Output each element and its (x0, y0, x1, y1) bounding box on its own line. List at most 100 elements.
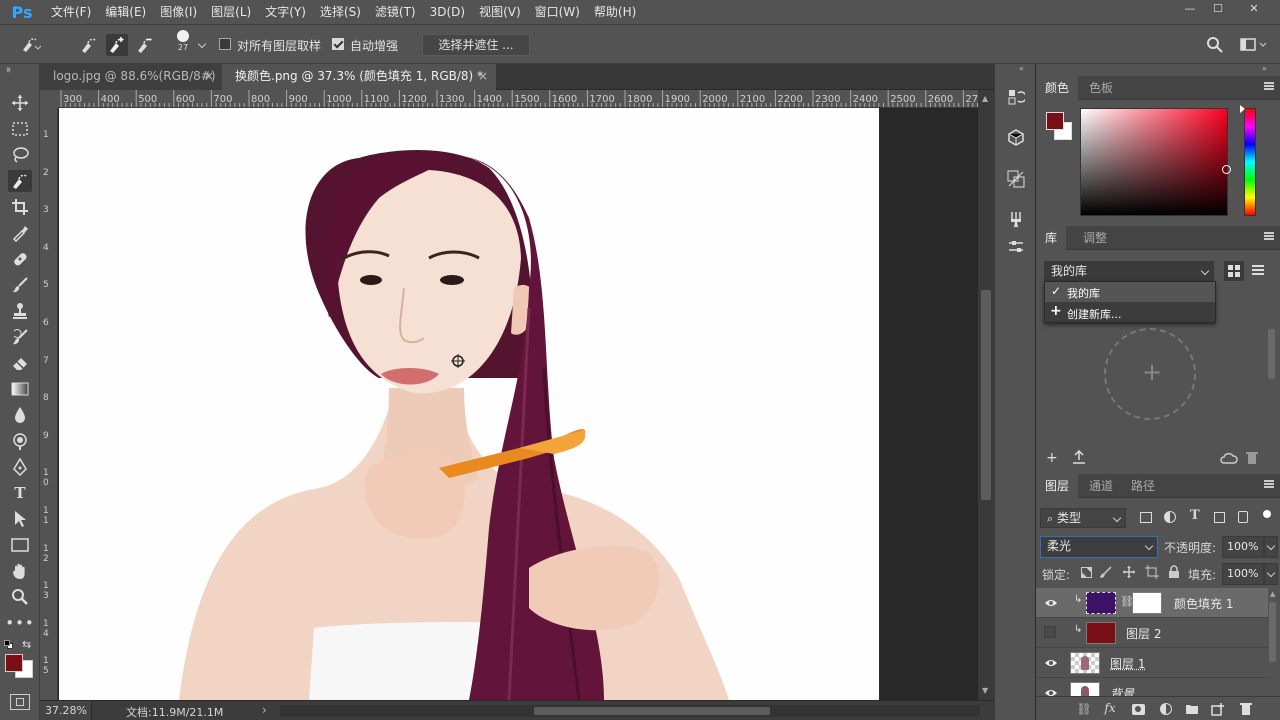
adjustment-layer-icon[interactable] (1158, 702, 1174, 716)
color-picker-handle[interactable] (1222, 165, 1231, 174)
close-tab-icon[interactable]: × (204, 64, 214, 88)
close-tab-icon[interactable]: × (478, 64, 488, 88)
minimize-icon[interactable]: — (1176, 0, 1204, 16)
layer-mask-thumbnail[interactable] (1132, 592, 1162, 614)
scrollbar-thumb[interactable] (981, 290, 991, 500)
tab-swatches[interactable]: 色板 (1080, 76, 1122, 100)
filter-shape-icon[interactable] (1214, 512, 1225, 523)
close-icon[interactable]: ✕ (1240, 0, 1268, 16)
subtract-from-selection-brush-icon[interactable] (134, 34, 156, 56)
eyedropper-tool-icon[interactable] (8, 222, 32, 244)
canvas-area[interactable] (58, 108, 978, 700)
tab-active-document[interactable]: 换颜色.png @ 37.3% (颜色填充 1, RGB/8) * × (222, 64, 496, 90)
menu-item[interactable]: 文字(Y) (258, 0, 313, 24)
tab-logo[interactable]: logo.jpg @ 88.6%(RGB/8#) × (40, 64, 222, 90)
scroll-up-icon[interactable]: ▲ (982, 94, 988, 103)
auto-enhance-checkbox[interactable] (332, 38, 344, 50)
layer-row[interactable]: ↳ 图层 2 (1036, 618, 1268, 648)
scroll-up-icon[interactable]: ▲ (1270, 590, 1275, 598)
history-panel-icon[interactable] (1005, 86, 1027, 108)
marquee-tool-icon[interactable] (8, 118, 32, 140)
lock-pixels-icon[interactable] (1098, 564, 1114, 580)
actions-panel-icon[interactable] (1005, 168, 1027, 190)
document-canvas[interactable] (59, 108, 879, 700)
rectangle-tool-icon[interactable] (8, 534, 32, 556)
foreground-color-swatch[interactable] (5, 654, 23, 672)
tab-channels[interactable]: 通道 (1080, 474, 1122, 498)
hand-tool-icon[interactable] (8, 560, 32, 582)
library-select[interactable]: 我的库 (1044, 261, 1214, 281)
crop-tool-icon[interactable] (8, 196, 32, 218)
layer-row[interactable]: 背景 (1036, 678, 1268, 698)
quick-mask-icon[interactable] (10, 694, 30, 710)
cloud-sync-icon[interactable] (1220, 451, 1238, 468)
default-colors-icon[interactable] (4, 640, 14, 650)
collapse-icon[interactable]: » (6, 64, 11, 73)
filter-pixel-icon[interactable] (1140, 512, 1152, 523)
brush-size-picker[interactable]: 27 (172, 30, 194, 52)
filter-toggle-icon[interactable] (1263, 510, 1271, 518)
menu-item[interactable]: 图层(L) (204, 0, 258, 24)
filter-smart-object-icon[interactable] (1238, 511, 1248, 523)
menu-item[interactable]: 窗口(W) (528, 0, 587, 24)
vertical-scrollbar[interactable]: ▲ ▼ (978, 90, 994, 700)
fill-input[interactable]: 100% (1222, 563, 1264, 585)
menu-item[interactable]: 滤镜(T) (368, 0, 423, 24)
3d-panel-icon[interactable] (1005, 126, 1027, 148)
scroll-down-icon[interactable]: ▼ (982, 686, 988, 695)
new-layer-icon[interactable] (1210, 702, 1226, 716)
visibility-eye-icon[interactable] (1044, 596, 1058, 610)
lock-position-icon[interactable] (1121, 564, 1137, 580)
menu-item[interactable]: 文件(F) (44, 0, 98, 24)
fx-icon[interactable]: fx (1102, 701, 1118, 715)
visibility-eye-icon[interactable] (1044, 656, 1058, 670)
layers-scrollbar[interactable]: ▲ (1268, 588, 1278, 698)
select-and-mask-button[interactable]: 选择并遮住 ... (422, 34, 530, 56)
horizontal-scrollbar[interactable] (280, 705, 980, 717)
move-tool-icon[interactable] (8, 92, 32, 114)
add-mask-icon[interactable] (1130, 702, 1146, 716)
dodge-tool-icon[interactable] (8, 430, 32, 452)
tool-presets-icon[interactable] (1005, 208, 1027, 230)
fill-slider-toggle[interactable] (1264, 563, 1278, 585)
status-menu-arrow[interactable]: › (262, 703, 267, 717)
lock-transparent-icon[interactable] (1078, 564, 1094, 580)
tab-layers[interactable]: 图层 (1036, 474, 1079, 498)
eraser-tool-icon[interactable] (8, 352, 32, 374)
layer-name[interactable]: 图层 1 (1110, 655, 1145, 672)
search-icon[interactable] (1206, 36, 1224, 57)
lasso-tool-icon[interactable] (8, 144, 32, 166)
stamp-tool-icon[interactable] (8, 300, 32, 322)
library-scrollbar[interactable] (1268, 299, 1276, 439)
grid-view-icon[interactable] (1224, 261, 1244, 281)
lock-artboard-icon[interactable] (1144, 564, 1160, 580)
scrollbar-thumb[interactable] (534, 707, 770, 715)
tab-adjustments[interactable]: 调整 (1074, 226, 1116, 250)
add-to-selection-brush-icon[interactable] (106, 34, 128, 56)
layer-row[interactable]: ↳ ⛓ 颜色填充 1 (1036, 588, 1268, 618)
quick-selection-tool-icon[interactable] (8, 170, 32, 192)
pen-tool-icon[interactable] (8, 456, 32, 478)
upload-icon[interactable] (1072, 449, 1086, 467)
menu-item[interactable]: 3D(D) (423, 0, 472, 24)
scrollbar-thumb[interactable] (1269, 602, 1276, 662)
scrollbar-thumb[interactable] (1268, 329, 1275, 379)
menu-item[interactable]: 图像(I) (153, 0, 204, 24)
zoom-tool-icon[interactable] (8, 586, 32, 608)
brush-tool-icon[interactable] (8, 274, 32, 296)
maximize-icon[interactable]: ☐ (1204, 0, 1232, 16)
layer-name[interactable]: 颜色填充 1 (1174, 595, 1233, 612)
panel-menu-icon[interactable] (1264, 82, 1274, 90)
new-selection-brush-icon[interactable] (78, 34, 100, 56)
hue-slider-handle[interactable] (1240, 105, 1245, 113)
expand-icon[interactable]: « (1019, 64, 1024, 73)
list-view-icon[interactable] (1252, 265, 1264, 275)
menu-item[interactable]: 视图(V) (472, 0, 528, 24)
type-tool-icon[interactable]: T (8, 482, 32, 504)
library-drop-target[interactable]: + (1104, 328, 1196, 420)
color-field[interactable] (1080, 108, 1231, 216)
menu-item[interactable]: 选择(S) (313, 0, 368, 24)
filter-adjustment-icon[interactable] (1164, 511, 1176, 523)
sample-all-layers-checkbox[interactable] (219, 38, 231, 50)
foreground-color-swatch[interactable] (1046, 112, 1064, 130)
